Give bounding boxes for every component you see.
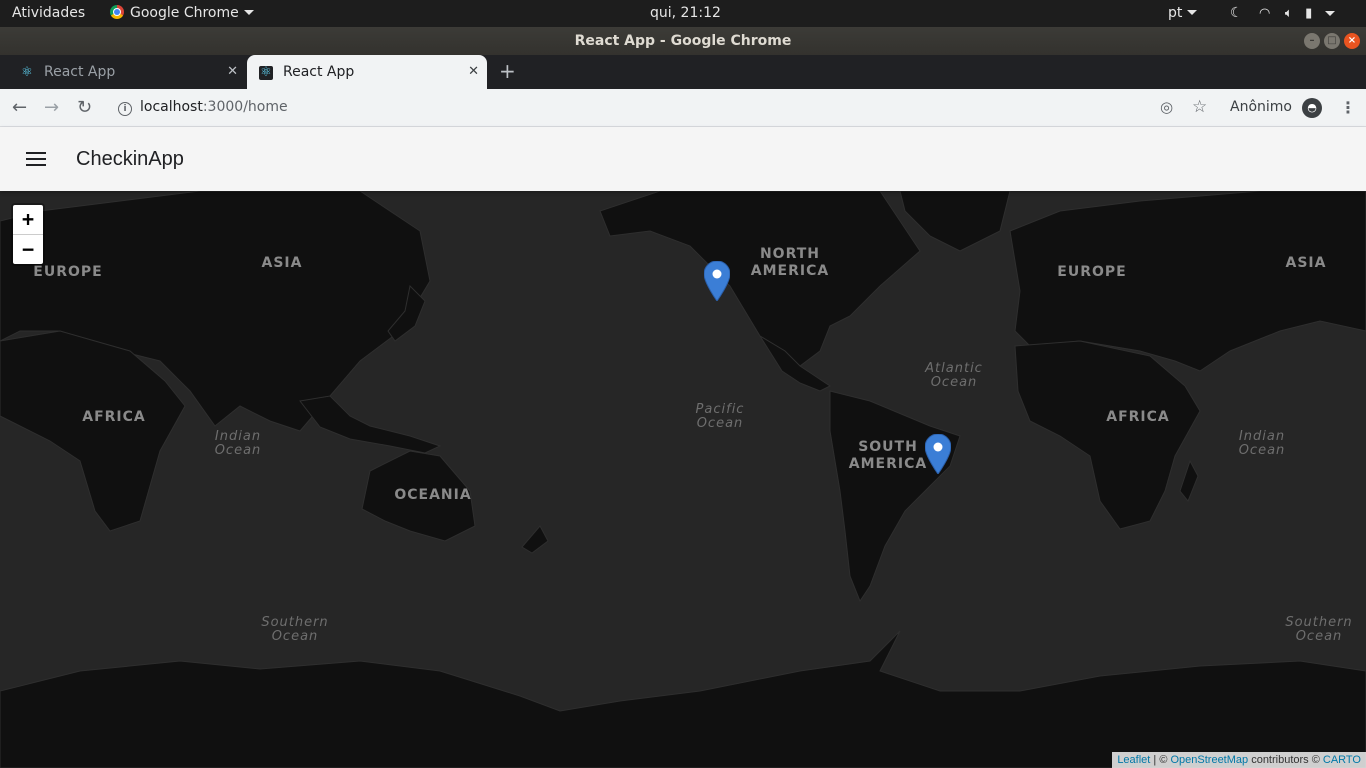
attrib-contrib: contributors © xyxy=(1248,754,1323,766)
map-marker-pin-icon[interactable] xyxy=(704,261,730,301)
map-tiles xyxy=(0,191,1366,768)
app-bar: CheckinApp xyxy=(0,127,1366,191)
new-tab-button[interactable]: + xyxy=(499,55,516,89)
chevron-down-icon xyxy=(1187,10,1198,15)
window-title: React App - Google Chrome xyxy=(574,33,792,49)
maximize-button[interactable]: □ xyxy=(1324,33,1340,49)
app-menu[interactable]: Google Chrome xyxy=(110,0,254,27)
label-africa: AFRICA xyxy=(82,409,146,425)
volume-icon: 🔈︎ xyxy=(1284,6,1293,21)
language-label: pt xyxy=(1168,5,1183,21)
react-favicon-icon: ⚛ xyxy=(21,65,33,80)
app-menu-label: Google Chrome xyxy=(130,5,239,21)
label-asia-2: ASIA xyxy=(1285,255,1327,271)
close-tab-icon[interactable]: ✕ xyxy=(227,55,238,89)
menu-hamburger-icon[interactable] xyxy=(26,152,46,166)
tab-strip: ⚛ React App ✕ ⚛ React App ✕ + xyxy=(0,55,1366,89)
label-indian-ocean-2: Indian Ocean xyxy=(1238,429,1286,458)
battery-icon: ▮ xyxy=(1305,6,1313,21)
react-favicon-icon: ⚛ xyxy=(259,65,273,80)
chrome-icon xyxy=(110,5,124,19)
reload-button[interactable]: ↻ xyxy=(77,89,92,126)
system-tray[interactable]: ☾ ◠ 🔈︎ ▮ xyxy=(1230,0,1335,27)
browser-toolbar: ← → ↻ i localhost:3000/home ◎ ☆ Anônimo ◓… xyxy=(0,89,1366,127)
label-south-america: SOUTH AMERICA xyxy=(848,439,928,472)
map-marker-pin-icon[interactable] xyxy=(925,434,951,474)
osm-link[interactable]: OpenStreetMap xyxy=(1170,754,1248,766)
label-north-america: NORTH AMERICA xyxy=(750,246,830,279)
label-indian-ocean: Indian Ocean xyxy=(214,429,262,458)
chevron-down-icon xyxy=(1324,11,1335,16)
site-info-icon[interactable]: i xyxy=(118,102,132,116)
attrib-sep: | © xyxy=(1150,754,1171,766)
address-bar[interactable]: i localhost:3000/home xyxy=(118,89,288,126)
zoom-out-button[interactable]: − xyxy=(13,235,43,264)
label-europe-2: EUROPE xyxy=(1057,264,1127,280)
bookmark-star-icon[interactable]: ☆ xyxy=(1192,89,1207,126)
zoom-in-button[interactable]: + xyxy=(13,205,43,235)
label-africa-2: AFRICA xyxy=(1106,409,1170,425)
tab-react-app-2[interactable]: ⚛ React App ✕ xyxy=(247,55,487,89)
tab-react-app-1[interactable]: ⚛ React App ✕ xyxy=(0,55,246,89)
label-pacific-ocean: Pacific Ocean xyxy=(695,402,745,431)
url-path: :3000/home xyxy=(202,99,288,115)
incognito-icon[interactable]: ◓ xyxy=(1302,98,1322,118)
menu-kebab-icon[interactable]: ⋮ xyxy=(1340,89,1356,126)
label-southern-ocean-2: Southern Ocean xyxy=(1285,615,1353,644)
zoom-control: + − xyxy=(11,203,45,266)
activities-button[interactable]: Atividades xyxy=(12,0,85,27)
label-southern-ocean: Southern Ocean xyxy=(261,615,329,644)
minimize-button[interactable]: – xyxy=(1304,33,1320,49)
carto-link[interactable]: CARTO xyxy=(1323,754,1361,766)
leaflet-link[interactable]: Leaflet xyxy=(1117,754,1150,766)
close-tab-icon[interactable]: ✕ xyxy=(468,55,479,89)
label-asia: ASIA xyxy=(261,255,303,271)
night-mode-icon: ☾ xyxy=(1230,5,1243,21)
label-atlantic-ocean: Atlantic Ocean xyxy=(925,361,983,390)
window-title-bar: React App - Google Chrome – □ × xyxy=(0,27,1366,55)
incognito-label[interactable]: Anônimo xyxy=(1230,89,1292,126)
back-button[interactable]: ← xyxy=(12,89,27,126)
app-title: CheckinApp xyxy=(76,148,184,170)
chevron-down-icon xyxy=(243,10,254,15)
clock[interactable]: qui, 21:12 xyxy=(650,0,721,27)
tab-label: React App xyxy=(283,64,355,80)
forward-button[interactable]: → xyxy=(44,89,59,126)
wifi-icon: ◠ xyxy=(1259,6,1271,21)
os-top-bar: Atividades Google Chrome qui, 21:12 pt ☾… xyxy=(0,0,1366,27)
location-icon[interactable]: ◎ xyxy=(1160,89,1173,126)
world-map[interactable]: EUROPE ASIA NORTH AMERICA AFRICA SOUTH A… xyxy=(0,191,1366,768)
language-menu[interactable]: pt xyxy=(1168,0,1198,27)
label-europe: EUROPE xyxy=(33,264,103,280)
map-attribution: Leaflet | © OpenStreetMap contributors ©… xyxy=(1112,752,1366,768)
tab-label: React App xyxy=(44,64,116,80)
url-host: localhost xyxy=(140,99,203,115)
close-window-button[interactable]: × xyxy=(1344,33,1360,49)
label-oceania: OCEANIA xyxy=(394,487,472,503)
